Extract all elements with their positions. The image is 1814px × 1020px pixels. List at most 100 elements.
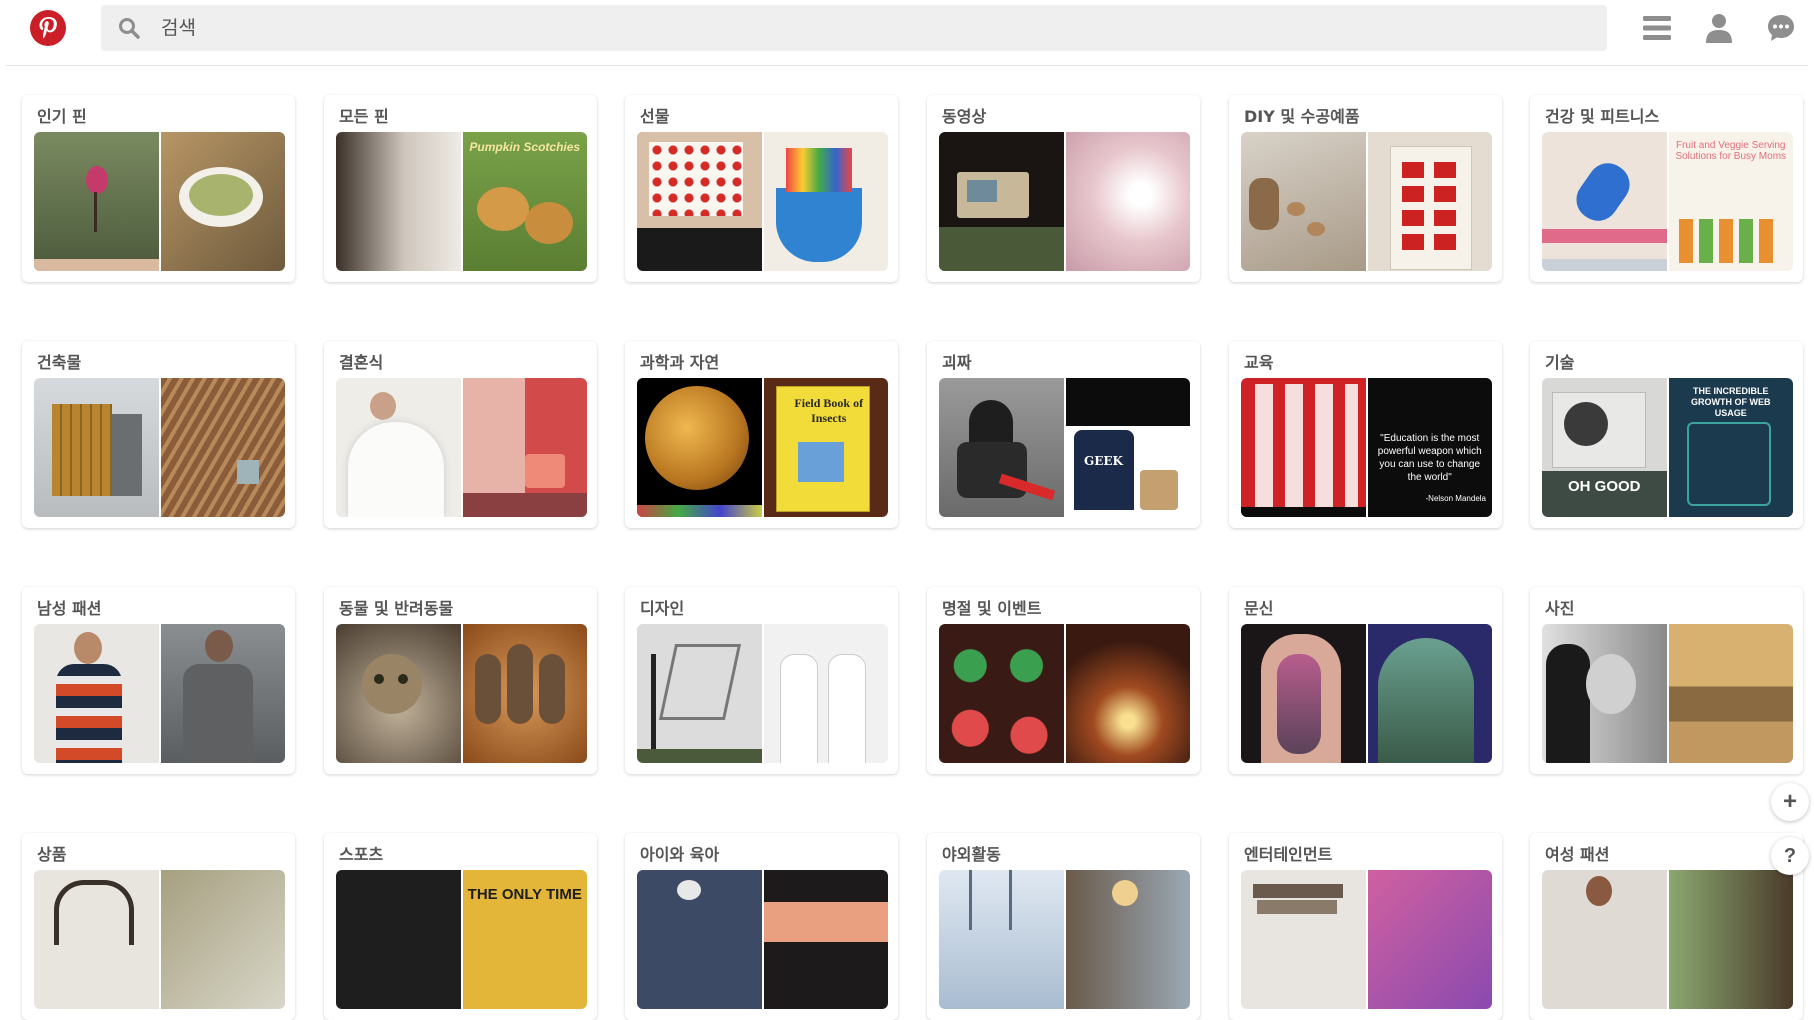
category-thumbnails xyxy=(1542,870,1793,1009)
pinterest-logo[interactable] xyxy=(30,10,66,46)
category-title: 선물 xyxy=(640,107,670,126)
thumbnail xyxy=(1367,870,1492,1009)
messages-button[interactable] xyxy=(1765,12,1797,44)
category-title: 교육 xyxy=(1244,353,1274,372)
category-card[interactable]: 스포츠 THE ONLY TIME xyxy=(324,833,597,1020)
category-card[interactable]: DIY 및 수공예품 xyxy=(1229,95,1502,282)
category-title: 결혼식 xyxy=(339,353,384,372)
thumbnail xyxy=(1668,870,1793,1009)
thumbnail xyxy=(939,132,1064,271)
category-thumbnails xyxy=(939,624,1190,763)
category-thumbnails xyxy=(1542,624,1793,763)
thumbnail-caption: "Education is the most powerful weapon w… xyxy=(1377,433,1482,483)
category-thumbnails xyxy=(34,132,285,271)
category-card[interactable]: 동물 및 반려동물 xyxy=(324,587,597,774)
thumbnail xyxy=(1241,378,1366,517)
category-card[interactable]: 문신 xyxy=(1229,587,1502,774)
category-title: DIY 및 수공예품 xyxy=(1244,107,1360,126)
thumbnail xyxy=(336,378,461,517)
thumbnail-caption: GEEK xyxy=(1084,454,1123,468)
search-icon xyxy=(119,18,140,39)
thumbnail xyxy=(34,132,159,271)
thumbnail xyxy=(1542,132,1667,271)
thumbnail xyxy=(1367,132,1492,271)
category-card[interactable]: 선물 xyxy=(625,95,898,282)
category-card[interactable]: 건축물 xyxy=(22,341,295,528)
search-bar[interactable] xyxy=(101,5,1607,51)
thumbnail xyxy=(34,624,159,763)
category-card[interactable]: 괴짜 GEEK xyxy=(927,341,1200,528)
category-card[interactable]: 아이와 육아 xyxy=(625,833,898,1020)
category-card[interactable]: 여성 패션 xyxy=(1530,833,1803,1020)
thumbnail-caption: Field Book of Insects xyxy=(794,396,864,425)
thumbnail xyxy=(34,378,159,517)
user-icon xyxy=(1706,14,1732,43)
category-title: 문신 xyxy=(1244,599,1274,618)
category-title: 아이와 육아 xyxy=(640,845,720,864)
category-card[interactable]: 모든 핀 Pumpkin Scotchies xyxy=(324,95,597,282)
top-bar xyxy=(0,0,1814,60)
thumbnail-caption: THE ONLY TIME xyxy=(467,886,582,903)
category-thumbnails xyxy=(939,132,1190,271)
chat-icon xyxy=(1768,15,1794,41)
thumbnail xyxy=(160,624,285,763)
add-pin-button[interactable]: + xyxy=(1771,783,1809,821)
thumbnail xyxy=(939,870,1064,1009)
category-card[interactable]: 과학과 자연 Field Book of Insects xyxy=(625,341,898,528)
category-card[interactable]: 명절 및 이벤트 xyxy=(927,587,1200,774)
category-title: 남성 패션 xyxy=(37,599,102,618)
thumbnail: OH GOOD xyxy=(1542,378,1667,517)
thumbnail: Pumpkin Scotchies xyxy=(462,132,587,271)
thumbnail xyxy=(1668,624,1793,763)
category-card[interactable]: 인기 핀 xyxy=(22,95,295,282)
thumbnail-caption: Fruit and Veggie Serving Solutions for B… xyxy=(1675,140,1787,162)
category-thumbnails xyxy=(637,132,888,271)
category-title: 여성 패션 xyxy=(1545,845,1610,864)
thumbnail xyxy=(336,870,461,1009)
thumbnail xyxy=(763,624,888,763)
category-thumbnails xyxy=(1241,624,1492,763)
thumbnail xyxy=(637,378,762,517)
category-title: 건강 및 피트니스 xyxy=(1545,107,1660,126)
category-card[interactable]: 교육 "Education is the most powerful weapo… xyxy=(1229,341,1502,528)
category-thumbnails: Field Book of Insects xyxy=(637,378,888,517)
search-input[interactable] xyxy=(161,5,1561,51)
menu-button[interactable] xyxy=(1641,12,1673,44)
category-card[interactable]: 사진 xyxy=(1530,587,1803,774)
thumbnail xyxy=(1241,870,1366,1009)
thumbnail xyxy=(1065,624,1190,763)
category-thumbnails: OH GOOD THE INCREDIBLE GROWTH OF WEB USA… xyxy=(1542,378,1793,517)
category-title: 사진 xyxy=(1545,599,1575,618)
category-card[interactable]: 엔터테인먼트 xyxy=(1229,833,1502,1020)
thumbnail: "Education is the most powerful weapon w… xyxy=(1367,378,1492,517)
thumbnail: Fruit and Veggie Serving Solutions for B… xyxy=(1668,132,1793,271)
thumbnail xyxy=(1542,870,1667,1009)
thumbnail xyxy=(1241,132,1366,271)
category-title: 인기 핀 xyxy=(37,107,87,126)
thumbnail xyxy=(1241,624,1366,763)
header-divider xyxy=(6,65,1808,66)
category-thumbnails xyxy=(1241,870,1492,1009)
category-card[interactable]: 결혼식 xyxy=(324,341,597,528)
category-card[interactable]: 건강 및 피트니스 Fruit and Veggie Serving Solut… xyxy=(1530,95,1803,282)
category-card[interactable]: 상품 xyxy=(22,833,295,1020)
thumbnail: Field Book of Insects xyxy=(763,378,888,517)
category-card[interactable]: 기술 OH GOOD THE INCREDIBLE GROWTH OF WEB … xyxy=(1530,341,1803,528)
category-thumbnails xyxy=(939,870,1190,1009)
thumbnail xyxy=(1065,870,1190,1009)
thumbnail xyxy=(462,624,587,763)
thumbnail: GEEK xyxy=(1065,378,1190,517)
category-card[interactable]: 야외활동 xyxy=(927,833,1200,1020)
category-title: 모든 핀 xyxy=(339,107,389,126)
category-thumbnails xyxy=(34,378,285,517)
category-card[interactable]: 디자인 xyxy=(625,587,898,774)
thumbnail xyxy=(160,132,285,271)
category-card[interactable]: 남성 패션 xyxy=(22,587,295,774)
profile-button[interactable] xyxy=(1703,12,1735,44)
thumbnail xyxy=(160,870,285,1009)
thumbnail xyxy=(1065,132,1190,271)
category-card[interactable]: 동영상 xyxy=(927,95,1200,282)
help-button[interactable]: ? xyxy=(1771,837,1809,875)
thumbnail: THE INCREDIBLE GROWTH OF WEB USAGE xyxy=(1668,378,1793,517)
thumbnail xyxy=(637,132,762,271)
